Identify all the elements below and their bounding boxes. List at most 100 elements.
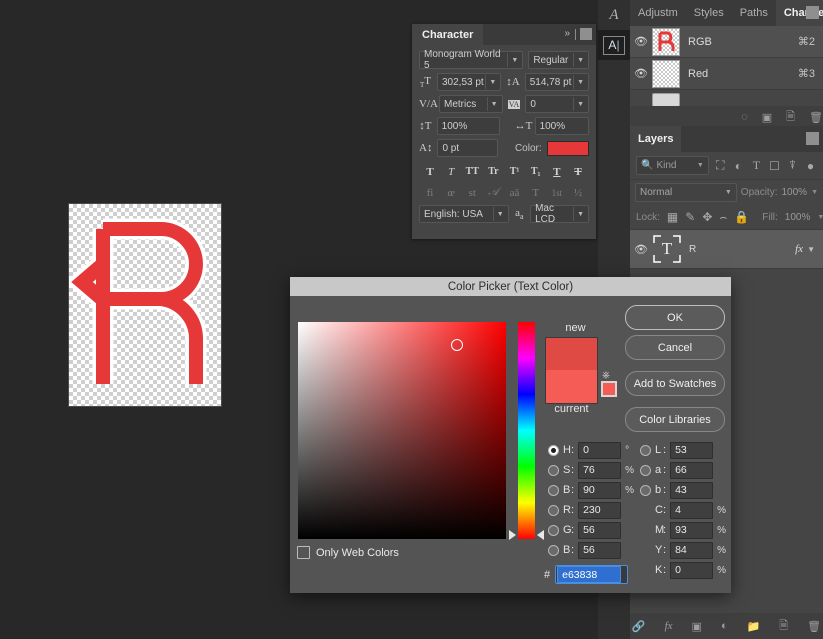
save-selection-icon[interactable]: ▣ bbox=[762, 111, 772, 124]
channel-row-rgb[interactable]: 👁 RGB ⌘2 bbox=[630, 26, 823, 58]
radio-h[interactable] bbox=[548, 444, 559, 456]
small-caps-button[interactable]: Tr bbox=[484, 164, 502, 179]
contextual-alternates-button[interactable]: œ bbox=[442, 185, 460, 200]
adjustment-filter-icon[interactable]: ◐ bbox=[732, 159, 745, 173]
shape-filter-icon[interactable]: ☐ bbox=[768, 159, 781, 173]
lock-image-icon[interactable]: ✎ bbox=[685, 210, 695, 224]
layers-collapse-icon[interactable] bbox=[806, 132, 819, 145]
input-b-brightness[interactable]: 90 bbox=[578, 481, 622, 499]
layer-effects-icon[interactable]: fx bbox=[795, 243, 803, 255]
channel-visibility-icon[interactable]: 👁 bbox=[630, 67, 652, 80]
hue-slider-handle-right-icon[interactable] bbox=[537, 530, 544, 540]
canvas-artwork[interactable] bbox=[68, 203, 222, 407]
channel-row-red[interactable]: 👁 Red ⌘3 bbox=[630, 58, 823, 90]
blend-mode-select[interactable]: Normal ▼ bbox=[635, 183, 737, 202]
ok-button[interactable]: OK bbox=[625, 305, 725, 330]
input-m[interactable]: 93 bbox=[670, 521, 714, 539]
font-size-field[interactable]: 302,53 pt ▼ bbox=[436, 73, 502, 91]
hsb-row-b[interactable]: B : 90 % bbox=[548, 480, 635, 500]
delete-channel-icon[interactable]: 🗑 bbox=[809, 111, 823, 124]
filter-toggle-icon[interactable]: ● bbox=[804, 159, 817, 173]
cmyk-row-y[interactable]: Y : 84 % bbox=[655, 540, 727, 560]
tab-paths[interactable]: Paths bbox=[732, 0, 776, 26]
hsb-row-s[interactable]: S : 76 % bbox=[548, 460, 635, 480]
stylistic-alternates-button[interactable]: aā bbox=[506, 185, 524, 200]
input-b-lab[interactable]: 43 bbox=[670, 481, 714, 499]
tab-styles[interactable]: Styles bbox=[686, 0, 732, 26]
input-h[interactable]: 0 bbox=[578, 441, 622, 459]
channels-collapse-icon[interactable] bbox=[806, 6, 819, 19]
fill-value[interactable]: 100% bbox=[785, 212, 811, 223]
channel-visibility-icon[interactable]: 👁 bbox=[630, 35, 652, 48]
language-select[interactable]: English: USA ▼ bbox=[419, 205, 509, 223]
layer-row[interactable]: 👁 T R fx ▼ bbox=[630, 229, 823, 269]
lock-all-icon[interactable]: 🔒 bbox=[734, 210, 749, 224]
layer-expand-chevron-icon[interactable]: ▼ bbox=[807, 245, 815, 254]
link-layers-icon[interactable]: 🔗 bbox=[632, 620, 646, 633]
underline-button[interactable]: T bbox=[548, 164, 566, 179]
calligraphy-tool-button[interactable]: A bbox=[598, 0, 630, 30]
saturation-brightness-field[interactable] bbox=[298, 322, 506, 539]
new-layer-icon[interactable]: 🗎 bbox=[779, 617, 788, 636]
fractions-button[interactable]: ½ bbox=[569, 185, 587, 200]
layer-visibility-icon[interactable]: 👁 bbox=[630, 243, 652, 256]
antialias-select[interactable]: Mac LCD ▼ bbox=[530, 203, 589, 225]
color-libraries-button[interactable]: Color Libraries bbox=[625, 407, 725, 432]
cancel-button[interactable]: Cancel bbox=[625, 335, 725, 360]
new-color-swatch[interactable] bbox=[545, 337, 598, 371]
layer-style-icon[interactable]: fx bbox=[665, 620, 673, 632]
adjustment-layer-icon[interactable]: ◐ bbox=[721, 620, 728, 632]
superscript-button[interactable]: T¹ bbox=[506, 164, 524, 179]
tab-adjustments[interactable]: Adjustm bbox=[630, 0, 686, 26]
radio-b-blue[interactable] bbox=[548, 544, 559, 556]
input-a[interactable]: 66 bbox=[670, 461, 714, 479]
pixel-filter-icon[interactable]: ⛶ bbox=[714, 158, 727, 173]
input-k[interactable]: 0 bbox=[670, 561, 714, 579]
radio-s[interactable] bbox=[548, 464, 559, 476]
input-r[interactable]: 230 bbox=[578, 501, 622, 519]
strikethrough-button[interactable]: T bbox=[569, 164, 587, 179]
smart-object-filter-icon[interactable]: ⍒ bbox=[786, 158, 799, 173]
lab-row-l[interactable]: L : 53 bbox=[640, 440, 714, 460]
only-web-colors-row[interactable]: Only Web Colors bbox=[297, 546, 399, 559]
cmyk-row-c[interactable]: C : 4 % bbox=[655, 500, 727, 520]
fill-chevron-icon[interactable]: ▼ bbox=[817, 214, 823, 221]
current-color-swatch[interactable] bbox=[545, 370, 598, 404]
new-group-icon[interactable]: 📁 bbox=[747, 620, 761, 633]
rgb-row-b[interactable]: B : 56 bbox=[548, 540, 622, 560]
tab-layers[interactable]: Layers bbox=[630, 126, 682, 152]
add-to-swatches-button[interactable]: Add to Swatches bbox=[625, 371, 725, 396]
type-tool-button[interactable]: A | bbox=[598, 30, 630, 60]
lock-artboard-icon[interactable]: ⌢ bbox=[719, 210, 727, 225]
new-channel-icon[interactable]: 🗎 bbox=[786, 108, 795, 127]
kerning-field[interactable]: Metrics ▼ bbox=[439, 95, 503, 113]
input-l[interactable]: 53 bbox=[670, 441, 714, 459]
opacity-chevron-icon[interactable]: ▼ bbox=[811, 189, 818, 196]
radio-b-brightness[interactable] bbox=[548, 484, 559, 496]
swash-button[interactable]: 𝒜 bbox=[484, 185, 502, 200]
opacity-value[interactable]: 100% bbox=[781, 187, 807, 198]
standard-ligatures-button[interactable]: fi bbox=[421, 185, 439, 200]
delete-layer-icon[interactable]: 🗑 bbox=[807, 620, 821, 633]
web-safe-warning-icon[interactable] bbox=[601, 381, 617, 397]
faux-italic-button[interactable]: T bbox=[442, 164, 460, 179]
hex-input-wrapper[interactable]: e63838 bbox=[555, 565, 629, 584]
only-web-colors-checkbox[interactable] bbox=[297, 546, 310, 559]
subscript-button[interactable]: T₁ bbox=[527, 164, 545, 179]
text-color-swatch[interactable] bbox=[546, 140, 589, 156]
character-collapse-icon[interactable] bbox=[580, 28, 592, 40]
leading-field[interactable]: 514,78 pt ▼ bbox=[524, 73, 589, 91]
cmyk-row-k[interactable]: K : 0 % bbox=[655, 560, 727, 580]
type-filter-icon[interactable]: T bbox=[750, 158, 763, 173]
radio-b-lab[interactable] bbox=[640, 484, 651, 496]
hex-input[interactable]: e63838 bbox=[557, 566, 622, 583]
hex-field-row[interactable]: # e63838 bbox=[544, 565, 629, 584]
all-caps-button[interactable]: TT bbox=[463, 164, 481, 179]
titling-alternates-button[interactable]: T bbox=[527, 185, 545, 200]
load-selection-icon[interactable]: ◌ bbox=[741, 111, 748, 123]
hue-slider[interactable] bbox=[518, 322, 535, 539]
layer-name[interactable]: R bbox=[689, 244, 795, 255]
tracking-field[interactable]: 0 ▼ bbox=[525, 95, 590, 113]
gamut-warning-icon[interactable]: ⎈ bbox=[602, 370, 610, 381]
radio-g[interactable] bbox=[548, 524, 559, 536]
